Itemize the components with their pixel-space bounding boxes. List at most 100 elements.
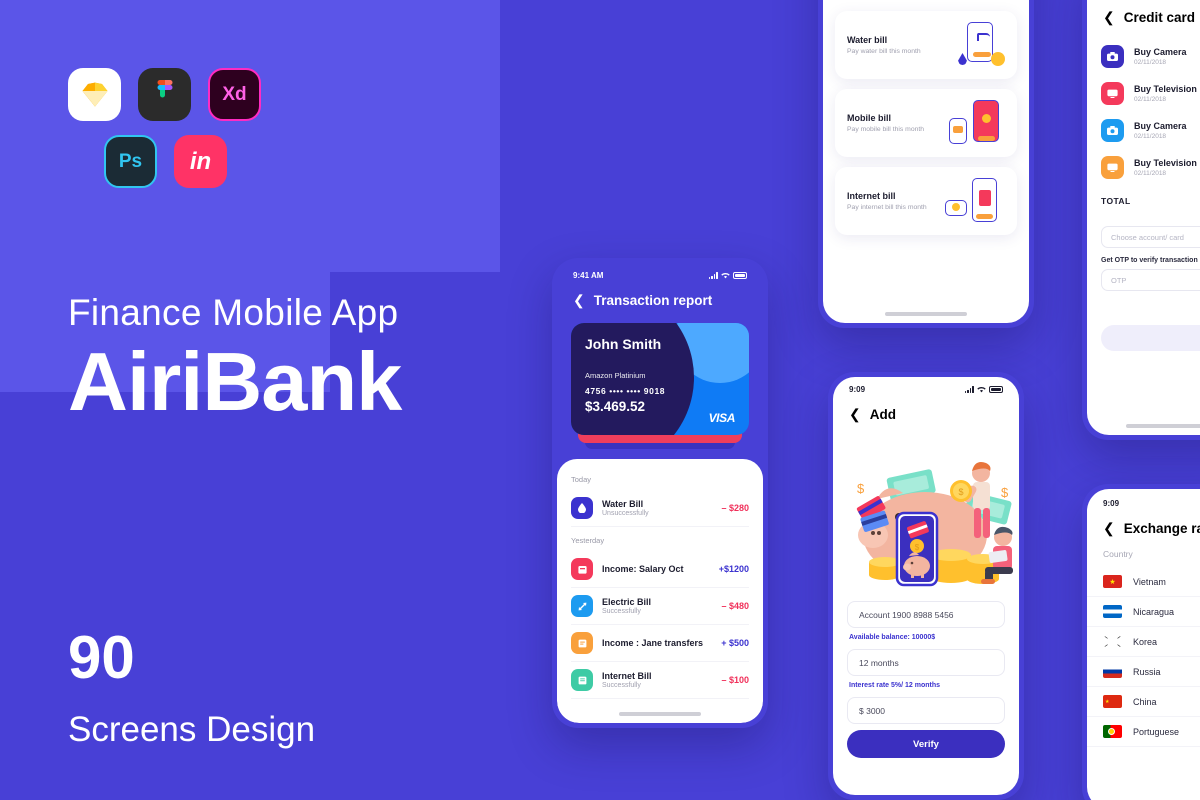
chevron-left-icon[interactable]: ❮ — [1103, 520, 1115, 537]
bill-text: Mobile bill Pay mobile bill this month — [847, 113, 945, 133]
invision-icon: in — [174, 135, 227, 188]
transaction-date: 02/11/2018 — [1134, 59, 1167, 66]
list-item[interactable]: ★ Vietnam — [1087, 567, 1200, 597]
pay-button[interactable]: Pay — [1101, 325, 1200, 351]
list-item[interactable]: Buy Camera 02/11/2018 — [1101, 38, 1200, 75]
bill-name: Mobile bill — [847, 113, 891, 123]
transaction-date: 02/11/2018 — [1134, 96, 1167, 103]
chevron-left-icon[interactable]: ❮ — [573, 292, 585, 309]
screen-count-number: 90 — [68, 624, 135, 691]
list-item[interactable]: Russia — [1087, 657, 1200, 687]
bill-card-water[interactable]: Water bill Pay water bill this month — [835, 11, 1017, 79]
poster-stage: Xd Ps in Finance Mobile App AiriBank 90 … — [0, 0, 1200, 800]
nav-title: Credit card — [1123, 10, 1196, 25]
card-holder-name: John Smith — [585, 336, 662, 352]
tv-icon — [1101, 156, 1124, 179]
bank-card[interactable]: John Smith Amazon Platinium 4756 •••• ••… — [571, 323, 749, 435]
status-time: 9:09 — [1103, 499, 1120, 508]
hero-text: Finance Mobile App AiriBank — [68, 292, 402, 423]
chevron-left-icon[interactable]: ❮ — [1103, 9, 1115, 26]
list-item[interactable]: Buy Television 02/11/2018 — [1101, 75, 1200, 112]
bill-sub: Pay internet bill this month — [847, 204, 927, 211]
home-indicator — [1126, 424, 1200, 428]
svg-text:$: $ — [915, 543, 920, 552]
bill-card-mobile[interactable]: Mobile bill Pay mobile bill this month — [835, 89, 1017, 157]
available-balance-note: Available balance: 10000$ — [849, 634, 936, 641]
table-row[interactable]: Income : Jane transfers + $500 — [571, 625, 749, 662]
add-nav: ❮ Add — [833, 396, 1019, 433]
tv-icon — [1101, 82, 1124, 105]
bills-screen: Water bill Pay water bill this month Mob… — [823, 0, 1029, 323]
list-item-text: Buy Television 02/11/2018 — [1134, 158, 1197, 177]
credit-card-nav: ❮ Credit card — [1087, 0, 1200, 36]
country-name: Nicaragua — [1133, 606, 1175, 617]
account-select-field[interactable]: Choose account/ card — [1101, 226, 1200, 248]
transaction-name: Internet Bill — [602, 671, 652, 681]
transaction-name: Income: Salary Oct — [602, 563, 684, 574]
list-item[interactable]: Buy Camera 02/11/2018 — [1101, 112, 1200, 149]
credit-card-visual[interactable]: John Smith Amazon Platinium 4756 •••• ••… — [571, 323, 749, 449]
table-row[interactable]: Electric Bill Successfully – $480 — [571, 588, 749, 625]
card-number: 4756 •••• •••• 9018 — [585, 386, 666, 396]
table-row[interactable]: Income: Salary Oct +$1200 — [571, 551, 749, 588]
nav-title: Exchange rate — [1123, 521, 1200, 536]
otp-input[interactable]: OTP — [1101, 269, 1200, 291]
verify-button[interactable]: Verify — [847, 730, 1005, 758]
row-text: Internet Bill Successfully — [602, 671, 721, 689]
water-phone-illustration — [945, 22, 1005, 68]
term-input[interactable]: 12 months — [847, 649, 1005, 676]
list-item[interactable]: Korea — [1087, 627, 1200, 657]
svg-text:$: $ — [958, 487, 963, 497]
status-bar: 9:09 — [1087, 489, 1200, 510]
photoshop-icon: Ps — [104, 135, 157, 188]
bill-name: Water bill — [847, 35, 888, 45]
transaction-status: Successfully — [602, 608, 641, 615]
list-item-text: Buy Camera 02/11/2018 — [1134, 47, 1187, 66]
signal-icon — [964, 386, 974, 393]
list-item[interactable]: Buy Television 02/11/2018 — [1101, 149, 1200, 186]
status-time: 9:09 — [849, 385, 866, 394]
nicaragua-flag — [1103, 605, 1122, 618]
otp-label: Get OTP to verify transaction — [1101, 257, 1198, 264]
exchange-rate-screen: 9:09 ❮ Exchange rate Country ★ Vietnam N… — [1087, 489, 1200, 800]
transaction-status: Successfully — [602, 682, 641, 689]
transaction-date: 02/11/2018 — [1134, 133, 1167, 140]
country-name: China — [1133, 696, 1157, 707]
total-label: TOTAL — [1101, 196, 1131, 206]
row-text: Income: Salary Oct — [602, 564, 719, 575]
amount-input[interactable]: $ 3000 — [847, 697, 1005, 724]
group-label-yesterday: Yesterday — [571, 536, 605, 545]
country-name: Portuguese — [1133, 726, 1180, 737]
account-input[interactable]: Account 1900 8988 5456 — [847, 601, 1005, 628]
list-item[interactable]: Portuguese — [1087, 717, 1200, 747]
battery-icon — [989, 386, 1003, 393]
transaction-amount: – $480 — [721, 601, 749, 611]
transactions-sheet: Today Water Bill Unsuccessfully – $280 Y… — [557, 459, 763, 723]
phone-credit-card-screen: ❮ Credit card Buy Camera 02/11/2018 Buy … — [1082, 0, 1200, 440]
bill-card-internet[interactable]: Internet bill Pay internet bill this mon… — [835, 167, 1017, 235]
list-item[interactable]: ★ China — [1087, 687, 1200, 717]
credit-card-transactions-list: Buy Camera 02/11/2018 Buy Television 02/… — [1087, 36, 1200, 186]
piggy-bank-savings-illustration: $ $ $ $ — [833, 429, 1019, 601]
wifi-icon — [977, 387, 986, 393]
sketch-icon — [68, 68, 121, 121]
table-row[interactable]: Internet Bill Successfully – $100 — [571, 662, 749, 699]
transaction-nav: ❮ Transaction report — [557, 282, 763, 319]
row-text: Electric Bill Successfully — [602, 597, 721, 615]
arrows-icon — [571, 595, 593, 617]
internet-phone-illustration — [945, 178, 1005, 224]
transaction-status: Unsuccessfully — [602, 510, 649, 517]
screen-count-label: Screens Design — [68, 710, 316, 749]
card-content: John Smith Amazon Platinium 4756 •••• ••… — [585, 336, 735, 414]
bill-name: Internet bill — [847, 191, 896, 201]
list-item-text: Buy Camera 02/11/2018 — [1134, 121, 1187, 140]
status-bar: 9:41 AM — [557, 263, 763, 282]
status-icons — [708, 272, 747, 279]
calendar-icon — [571, 558, 593, 580]
list-item[interactable]: Nicaragua — [1087, 597, 1200, 627]
signal-icon — [708, 272, 718, 279]
table-row[interactable]: Water Bill Unsuccessfully – $280 — [571, 490, 749, 527]
chevron-left-icon[interactable]: ❮ — [849, 406, 861, 423]
transaction-name: Electric Bill — [602, 597, 652, 607]
transaction-amount: + $500 — [721, 638, 749, 648]
